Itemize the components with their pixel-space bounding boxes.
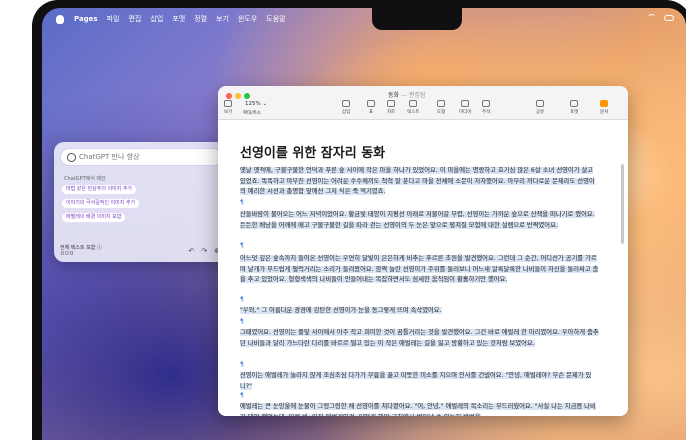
pilcrow: ¶	[240, 296, 244, 303]
menu-edit[interactable]: 편집	[128, 14, 141, 24]
camera-notch	[372, 8, 462, 30]
suggestion-chip[interactable]: 마법 같은 민상주의 이미지 추가	[62, 185, 137, 194]
document-title: 선영이를 위한 잠자리 동화	[240, 146, 386, 161]
format-button[interactable]: 포맷	[570, 100, 578, 115]
window-title: 동화 — 편집됨	[388, 90, 425, 99]
include-text-option[interactable]: 전체 텍스트 포함 ⓘ ㅁㅁㅁ	[60, 245, 102, 257]
include-text-sub: ㅁㅁㅁ	[60, 251, 74, 257]
wifi-icon[interactable]	[647, 14, 656, 21]
paragraph[interactable]: 어느덧 깊은 숲속까지 들어온 선영이는 우연히 달빛이 은은하게 비추는 푸르…	[240, 254, 600, 286]
menu-file[interactable]: 파일	[107, 14, 120, 24]
format-label: 포맷	[570, 110, 579, 115]
table-icon	[367, 100, 375, 107]
prompt-placeholder: ChatGPT 만나 향상	[79, 153, 140, 161]
close-window-button[interactable]	[226, 93, 232, 99]
paragraph-text: 그때였어요. 선영이는 풀잎 사이에서 아주 작고 희미한 것이 꿈틀거리는 것…	[240, 329, 599, 347]
paragraph[interactable]: "우와," 그 아름다운 광경에 감탄한 선영이가 눈을 동그랗게 뜨며 속삭였…	[240, 306, 600, 317]
shape-button[interactable]: 도형	[437, 100, 445, 115]
table-button[interactable]: 표	[367, 100, 375, 115]
share-label: 공유	[536, 110, 545, 115]
media-icon	[461, 100, 470, 107]
chart-label: 차트	[387, 110, 396, 115]
paragraph[interactable]: 산들바람이 불어오는 어느 저녁이었어요. 황금빛 태양이 지평선 아래로 저물…	[240, 210, 600, 231]
status-area	[647, 14, 674, 21]
chart-button[interactable]: 차트	[387, 100, 395, 115]
insert-button[interactable]: 삽입	[342, 100, 350, 115]
paragraph[interactable]: 애벌레는 큰 눈망울에 눈물이 그렁그렁한 채 선영이를 쳐다봤어요. "어, …	[240, 402, 600, 416]
maximize-window-button[interactable]	[244, 93, 250, 99]
suggestion-chip[interactable]: 에벨레의 배경 이미지 포함	[62, 213, 126, 222]
window-toolbar: 동화 — 편집됨 보기 125% ⌄ 확대/축소 삽입 표 차트 텍스트 도형 …	[218, 86, 628, 120]
document-name: 동화	[388, 92, 400, 99]
format-brush-icon	[570, 100, 579, 107]
vertical-scrollbar[interactable]	[621, 164, 624, 244]
zoom-menu[interactable]: 125% ⌄	[245, 101, 267, 107]
pilcrow: ¶	[240, 242, 244, 249]
control-center-icon[interactable]	[664, 14, 674, 21]
paragraph-text: 애벌레는 큰 눈망울에 눈물이 그렁그렁한 채 선영이를 쳐다봤어요. "어, …	[240, 403, 596, 416]
comment-button[interactable]: 주석	[482, 100, 490, 115]
paragraph[interactable]: 선영이는 애벌레가 놀라지 않게 조심조심 다가가 무릎을 꿇고 따뜻한 미소를…	[240, 371, 600, 392]
apple-menu-icon[interactable]	[56, 14, 64, 24]
menu-window[interactable]: 윈도우	[238, 14, 257, 24]
paragraph[interactable]: 옛날 옛적에, 구불구불한 언덕과 푸른 숲 사이에 작은 마을 하나가 있었어…	[240, 166, 600, 198]
menu-bar: Pages 파일 편집 삽입 포맷 정렬 보기 윈도우 도움말	[42, 8, 686, 30]
menu-help[interactable]: 도움말	[266, 14, 285, 24]
menu-app-name[interactable]: Pages	[74, 15, 98, 23]
insert-label: 삽입	[342, 110, 351, 115]
sidebar-icon	[224, 100, 233, 107]
minimize-window-button[interactable]	[235, 93, 241, 99]
comment-label: 주석	[482, 110, 491, 115]
menu-view[interactable]: 보기	[216, 14, 229, 24]
screen-wallpaper: Pages 파일 편집 삽입 포맷 정렬 보기 윈도우 도움말 ChatGPT …	[42, 8, 686, 440]
redo-icon[interactable]: ↷	[201, 247, 207, 255]
panel-actions: ↶ ↷ ⊕	[188, 247, 220, 255]
shape-icon	[437, 100, 446, 107]
pilcrow: ¶	[240, 392, 244, 399]
insert-icon	[342, 100, 351, 107]
paragraph-text: 어느덧 깊은 숲속까지 들어온 선영이는 우연히 달빛이 은은하게 비추는 푸르…	[240, 255, 599, 283]
text-button[interactable]: 텍스트	[407, 100, 419, 115]
suggestion-chip[interactable]: 이야기의 극서길적인 이미지 추가	[62, 199, 140, 208]
chatgpt-icon	[67, 152, 76, 162]
zoom-button[interactable]: 확대/축소	[243, 110, 261, 116]
share-button[interactable]: 공유	[536, 100, 544, 115]
text-icon	[409, 100, 418, 107]
pages-window: 동화 — 편집됨 보기 125% ⌄ 확대/축소 삽입 표 차트 텍스트 도형 …	[218, 86, 628, 416]
view-button[interactable]: 보기	[224, 100, 232, 115]
share-icon	[536, 100, 545, 107]
document-label: 문서	[600, 110, 609, 115]
writing-tools-panel: ChatGPT 만나 향상 ChatGPT에서 제안 마법 같은 민상주의 이미…	[54, 142, 228, 262]
pilcrow: ¶	[240, 199, 244, 206]
text-label: 텍스트	[407, 110, 420, 115]
chart-icon	[387, 100, 396, 107]
suggestion-caption: ChatGPT에서 제안	[64, 176, 106, 182]
chatgpt-prompt-field[interactable]: ChatGPT 만나 향상	[60, 148, 222, 166]
view-label: 보기	[224, 110, 233, 115]
menu-arrange[interactable]: 정렬	[194, 14, 207, 24]
document-button[interactable]: 문서	[600, 100, 608, 115]
menu-insert[interactable]: 삽입	[150, 14, 163, 24]
media-button[interactable]: 미디어	[459, 100, 471, 115]
table-label: 표	[368, 110, 374, 115]
paragraph-text: 산들바람이 불어오는 어느 저녁이었어요. 황금빛 태양이 지평선 아래로 저물…	[240, 211, 595, 229]
zoom-label: 확대/축소	[243, 111, 262, 116]
paragraph-text: 옛날 옛적에, 구불구불한 언덕과 푸른 숲 사이에 작은 마을 하나가 있었어…	[240, 167, 595, 195]
media-label: 미디어	[459, 110, 472, 115]
document-icon	[600, 100, 609, 107]
pilcrow: ¶	[240, 361, 244, 368]
paragraph[interactable]: 그때였어요. 선영이는 풀잎 사이에서 아주 작고 희미한 것이 꿈틀거리는 것…	[240, 328, 600, 349]
desktop-stage: Pages 파일 편집 삽입 포맷 정렬 보기 윈도우 도움말 ChatGPT …	[0, 0, 686, 440]
paragraph-text: "우와," 그 아름다운 광경에 감탄한 선영이가 눈을 동그랗게 뜨며 속삭였…	[240, 307, 442, 314]
document-status: — 편집됨	[400, 92, 426, 99]
shape-label: 도형	[437, 110, 446, 115]
comment-icon	[482, 100, 491, 107]
document-canvas[interactable]: 선영이를 위한 잠자리 동화 옛날 옛적에, 구불구불한 언덕과 푸른 숲 사이…	[218, 120, 628, 416]
pilcrow: ¶	[240, 318, 244, 325]
paragraph-text: 선영이는 애벌레가 놀라지 않게 조심조심 다가가 무릎을 꿇고 따뜻한 미소를…	[240, 372, 592, 390]
menu-format[interactable]: 포맷	[172, 14, 185, 24]
undo-icon[interactable]: ↶	[188, 247, 194, 255]
